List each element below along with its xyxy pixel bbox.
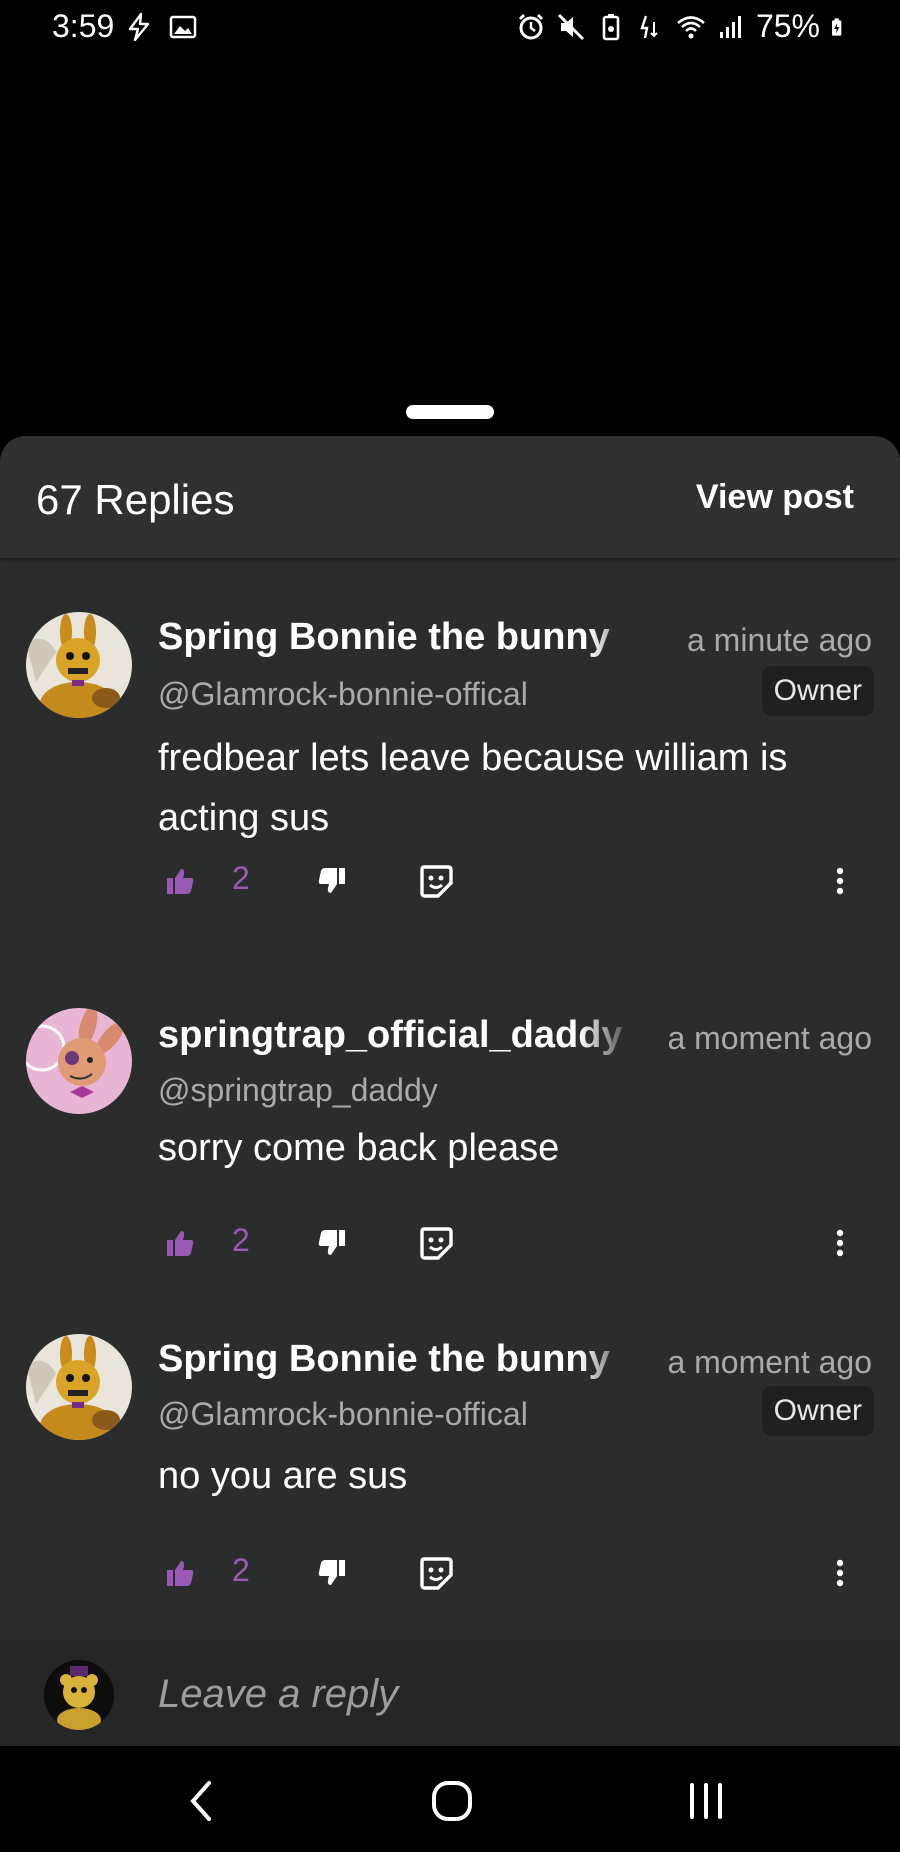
more-options-button[interactable] <box>820 1548 860 1598</box>
owner-badge: Owner <box>761 1386 874 1436</box>
comment-item: springtrap_official_daddy a moment ago @… <box>0 1008 900 1298</box>
springtrap-avatar-icon <box>26 1008 132 1114</box>
comment-timestamp: a moment ago <box>667 1344 872 1380</box>
sticker-icon <box>420 1557 453 1590</box>
more-options-button[interactable] <box>820 856 860 906</box>
dislike-button[interactable] <box>312 1548 352 1598</box>
spring-bonnie-avatar-icon <box>26 1334 132 1440</box>
comment-actions: 2 <box>0 856 900 906</box>
battery-percent: 75% <box>755 8 820 44</box>
comment-author-name[interactable]: springtrap_official_daddy <box>158 1014 636 1057</box>
avatar[interactable] <box>26 1008 132 1114</box>
sheet-drag-handle[interactable] <box>406 405 494 419</box>
like-count: 2 <box>232 860 250 896</box>
like-button[interactable] <box>160 856 200 906</box>
system-nav-bar <box>0 1746 900 1852</box>
comment-author-handle[interactable]: @Glamrock-bonnie-offical <box>158 676 528 713</box>
comment-timestamp: a minute ago <box>686 622 872 658</box>
sheet-header: 67 Replies View post <box>0 436 900 558</box>
comment-text: fredbear lets leave because william is a… <box>158 737 788 839</box>
comment-author-handle[interactable]: @springtrap_daddy <box>158 1072 438 1109</box>
comment-text: sorry come back please <box>158 1127 560 1169</box>
comment-author-name[interactable]: Spring Bonnie the bunny <box>158 616 648 659</box>
dislike-button[interactable] <box>312 1218 352 1268</box>
status-left-icons <box>124 12 198 42</box>
status-bar: 3:59 75% <box>0 0 900 56</box>
sticker-button[interactable] <box>414 1218 458 1268</box>
thumbs-down-icon <box>318 1560 345 1585</box>
spring-bonnie-avatar-icon <box>26 612 132 718</box>
status-right-icons: 75% <box>516 8 850 45</box>
thumbs-up-icon <box>167 869 194 894</box>
comment-actions: 2 <box>0 1548 900 1598</box>
sticker-button[interactable] <box>414 856 458 906</box>
chevron-left-icon <box>190 1781 211 1821</box>
signal-icon <box>719 15 741 38</box>
avatar[interactable] <box>26 1334 132 1440</box>
view-post-button[interactable]: View post <box>696 478 854 517</box>
flash-icon <box>128 12 150 42</box>
comment-actions: 2 <box>0 1218 900 1268</box>
owner-badge: Owner <box>761 666 874 716</box>
reply-input[interactable]: Leave a reply <box>158 1672 398 1717</box>
comment-item: Spring Bonnie the bunny a moment ago @Gl… <box>0 1334 900 1634</box>
comment-timestamp: a moment ago <box>667 1020 872 1056</box>
nav-recents-button[interactable] <box>676 1776 736 1826</box>
alarm-icon <box>518 13 544 39</box>
more-vertical-icon <box>836 1229 844 1257</box>
replies-sheet: 67 Replies View post Spring Bonnie the b… <box>0 436 900 1746</box>
reply-bar[interactable]: Leave a reply <box>0 1640 900 1746</box>
dislike-button[interactable] <box>312 856 352 906</box>
comment-item: Spring Bonnie the bunny a minute ago @Gl… <box>0 612 900 942</box>
more-options-button[interactable] <box>820 1218 860 1268</box>
sticker-icon <box>420 1227 453 1260</box>
mute-icon <box>557 13 585 40</box>
replies-count: 67 Replies <box>36 476 235 523</box>
thumbs-down-icon <box>318 868 345 893</box>
status-time: 3:59 <box>52 8 115 44</box>
nav-home-button[interactable] <box>422 1776 482 1826</box>
comment-text: no you are sus <box>158 1455 408 1497</box>
home-icon <box>432 1781 472 1821</box>
nav-back-button[interactable] <box>170 1776 230 1826</box>
recents-icon <box>690 1783 722 1819</box>
comment-author-name[interactable]: Spring Bonnie the bunny <box>158 1338 636 1381</box>
wifi-icon <box>677 15 705 38</box>
comment-author-handle[interactable]: @Glamrock-bonnie-offical <box>158 1396 528 1433</box>
my-avatar <box>44 1660 114 1730</box>
thumbs-down-icon <box>318 1230 345 1255</box>
battery-saver-icon <box>602 13 620 40</box>
more-vertical-icon <box>836 867 844 895</box>
more-vertical-icon <box>836 1559 844 1587</box>
fredbear-avatar-icon <box>44 1660 114 1730</box>
avatar[interactable] <box>26 612 132 718</box>
like-count: 2 <box>232 1552 250 1588</box>
thumbs-up-icon <box>167 1231 194 1256</box>
like-button[interactable] <box>160 1548 200 1598</box>
sticker-button[interactable] <box>414 1548 458 1598</box>
data-transfer-icon <box>640 15 658 38</box>
sticker-icon <box>420 865 453 898</box>
like-count: 2 <box>232 1222 250 1258</box>
thumbs-up-icon <box>167 1561 194 1586</box>
battery-charging-icon <box>832 17 842 36</box>
image-icon <box>169 15 197 39</box>
like-button[interactable] <box>160 1218 200 1268</box>
